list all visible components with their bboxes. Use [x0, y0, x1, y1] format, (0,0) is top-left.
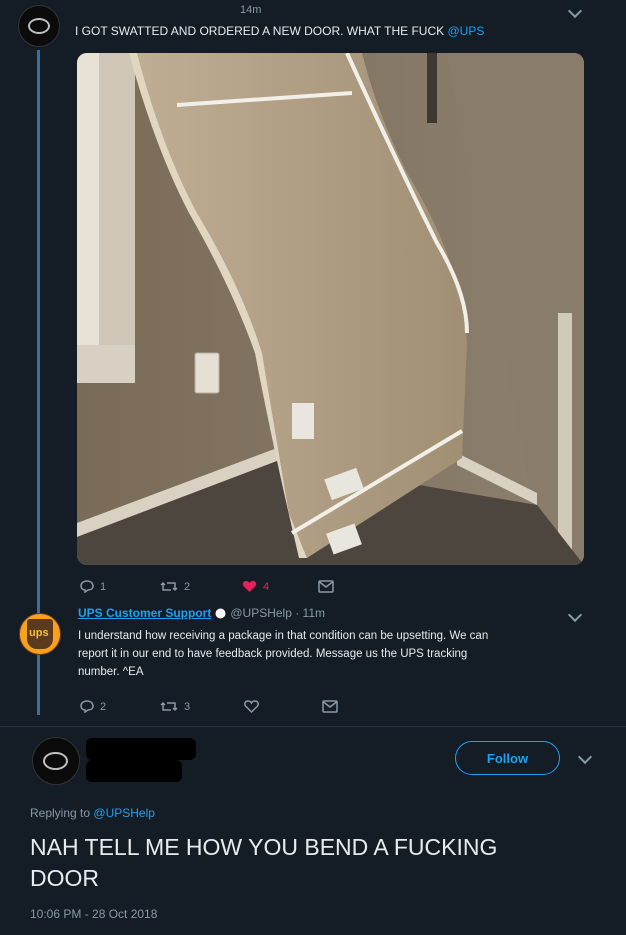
tweet-timestamp[interactable]: 10:06 PM - 28 Oct 2018	[30, 907, 157, 921]
like-action[interactable]	[244, 700, 259, 713]
chevron-down-icon[interactable]	[577, 749, 593, 765]
replying-handle-link[interactable]: @UPSHelp	[93, 806, 155, 820]
reply-action[interactable]: 2	[80, 700, 106, 713]
like-count: 4	[263, 580, 270, 593]
tweet-text: I GOT SWATTED AND ORDERED A NEW DOOR. WH…	[75, 24, 484, 38]
retweet-count: 2	[184, 580, 191, 593]
chevron-down-icon[interactable]	[567, 3, 583, 19]
door-box-image	[77, 53, 584, 565]
envelope-icon	[322, 700, 338, 713]
reply-icon	[80, 700, 94, 713]
retweet-action[interactable]: 3	[160, 700, 190, 713]
heart-filled-icon	[242, 581, 257, 592]
ups-avatar[interactable]: ups	[19, 613, 61, 655]
tweet-text-body: I GOT SWATTED AND ORDERED A NEW DOOR. WH…	[75, 24, 445, 38]
reply-action[interactable]: 1	[80, 580, 106, 593]
tweet2-line1: I understand how receiving a package in …	[78, 630, 489, 642]
ups-logo-text: ups	[29, 627, 49, 639]
redacted-name	[86, 738, 196, 760]
envelope-icon	[318, 580, 334, 593]
tweet-time[interactable]: 14m	[240, 4, 261, 16]
redacted-handle	[86, 760, 182, 782]
user-avatar[interactable]	[18, 5, 60, 47]
avatar-logo-icon	[43, 751, 69, 771]
retweet-icon	[160, 581, 178, 592]
retweet-count: 3	[184, 700, 191, 713]
mention-link[interactable]: @UPS	[447, 24, 484, 38]
like-action[interactable]: 4	[242, 580, 269, 593]
tweet3-text: NAH TELL ME HOW YOU BEND A FUCKING DOOR	[30, 832, 497, 894]
avatar-logo-icon	[27, 18, 50, 34]
tweet2-line2: report it in our end to have feedback pr…	[78, 648, 468, 660]
retweet-icon	[160, 701, 178, 712]
tweet2-header: UPS Customer Support @UPSHelp · 11m	[78, 606, 325, 620]
reply-count: 1	[100, 580, 107, 593]
ups-handle-time[interactable]: @UPSHelp · 11m	[230, 606, 325, 620]
verified-badge-icon	[215, 608, 226, 618]
ups-display-name[interactable]: UPS Customer Support	[78, 606, 211, 620]
replying-to: Replying to @UPSHelp	[30, 806, 155, 820]
heart-icon	[244, 700, 259, 713]
tweet2-text: I understand how receiving a package in …	[78, 627, 488, 681]
divider	[0, 726, 626, 727]
retweet-action[interactable]: 2	[160, 580, 190, 593]
replying-prefix: Replying to	[30, 806, 91, 820]
reply-icon	[80, 580, 94, 593]
message-action[interactable]	[318, 580, 334, 593]
tweet3-line2: DOOR	[30, 865, 99, 891]
tweet2-line3: number. ^EA	[78, 666, 144, 678]
tweet3-line1: NAH TELL ME HOW YOU BEND A FUCKING	[30, 834, 498, 860]
follow-button[interactable]: Follow	[455, 741, 560, 775]
message-action[interactable]	[322, 700, 338, 713]
user-avatar[interactable]	[32, 737, 80, 785]
chevron-down-icon[interactable]	[567, 607, 583, 623]
tweet-photo[interactable]	[77, 53, 584, 565]
reply-count: 2	[100, 700, 107, 713]
